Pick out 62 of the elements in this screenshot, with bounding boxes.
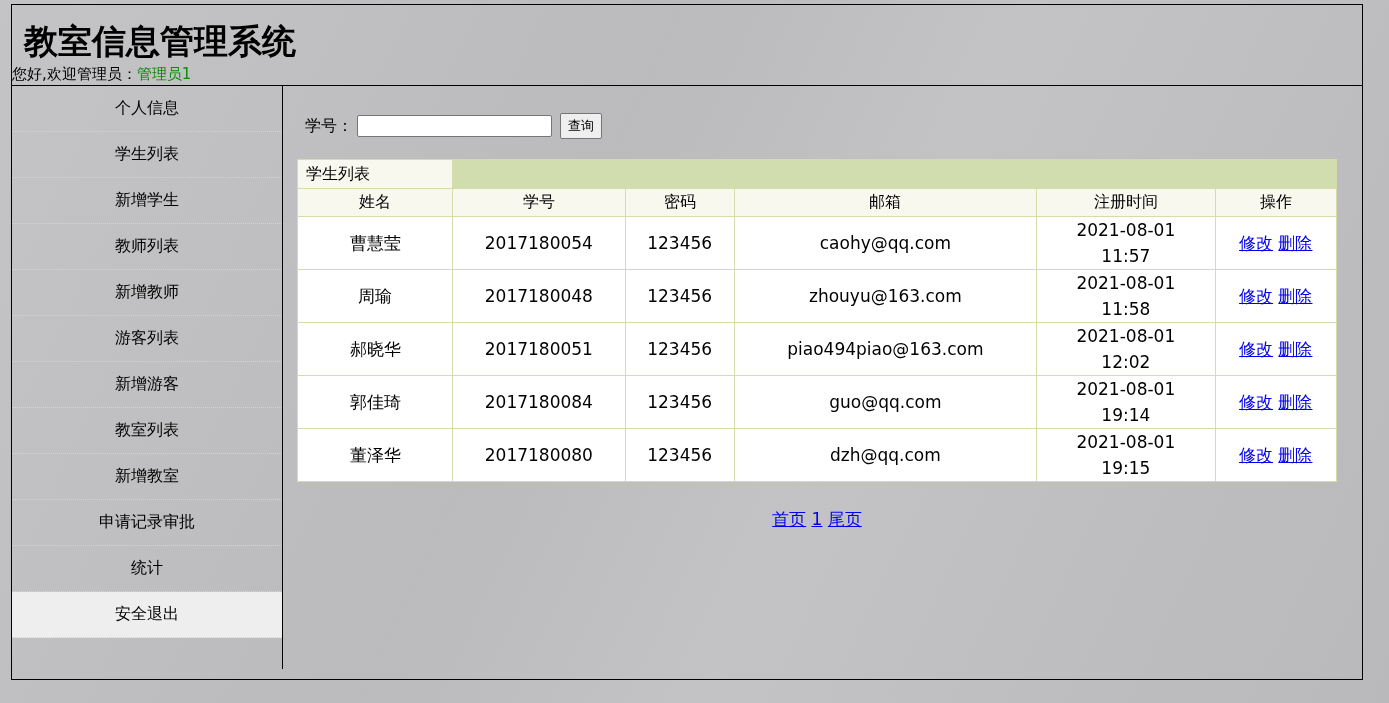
table-cell: 郭佳琦 xyxy=(297,375,453,429)
pagination-link[interactable]: 1 xyxy=(811,509,823,529)
edit-link[interactable]: 修改 xyxy=(1239,285,1274,306)
column-header: 姓名 xyxy=(297,188,453,217)
table-cell: 周瑜 xyxy=(297,269,453,323)
table-cell: 123456 xyxy=(625,375,735,429)
delete-link[interactable]: 删除 xyxy=(1278,232,1313,253)
sidebar-item[interactable]: 新增教师 xyxy=(12,270,282,316)
table-cell: 2017180051 xyxy=(452,322,626,376)
table-cell: 2017180048 xyxy=(452,269,626,323)
table-cell: 2017180080 xyxy=(452,428,626,482)
table-cell: dzh@qq.com xyxy=(734,428,1037,482)
table-cell: 2017180054 xyxy=(452,216,626,270)
table-cell-text: 2021-08-01 11:57 xyxy=(1075,219,1177,268)
sidebar-item[interactable]: 新增学生 xyxy=(12,178,282,224)
table-cell: 2017180084 xyxy=(452,375,626,429)
table-cell: 董泽华 xyxy=(297,428,453,482)
sidebar-item[interactable]: 新增游客 xyxy=(12,362,282,408)
sidebar-item[interactable]: 教室列表 xyxy=(12,408,282,454)
table-cell-text: 2021-08-01 11:58 xyxy=(1075,272,1177,321)
table-cell: 123456 xyxy=(625,216,735,270)
sidebar-item[interactable]: 教师列表 xyxy=(12,224,282,270)
query-button[interactable]: 查询 xyxy=(560,113,602,139)
table-cell: zhouyu@163.com xyxy=(734,269,1037,323)
sidebar-item[interactable]: 安全退出 xyxy=(12,592,282,638)
pagination-link[interactable]: 首页 xyxy=(772,509,807,529)
pagination-link[interactable]: 尾页 xyxy=(827,509,862,529)
sidebar-item[interactable]: 新增教室 xyxy=(12,454,282,500)
table-cell-text: 2021-08-01 12:02 xyxy=(1075,325,1177,374)
search-field[interactable] xyxy=(357,115,552,137)
sidebar-item[interactable]: 学生列表 xyxy=(12,132,282,178)
table-cell-text: 2021-08-01 19:14 xyxy=(1075,378,1177,427)
column-header: 操作 xyxy=(1215,188,1337,217)
table-cell: 123456 xyxy=(625,322,735,376)
column-header: 注册时间 xyxy=(1036,188,1215,217)
edit-link[interactable]: 修改 xyxy=(1239,391,1274,412)
user-name: 管理员1 xyxy=(136,65,192,83)
delete-link[interactable]: 删除 xyxy=(1278,391,1313,412)
edit-link[interactable]: 修改 xyxy=(1239,444,1274,465)
table-cell: caohy@qq.com xyxy=(734,216,1037,270)
table-cell: 123456 xyxy=(625,428,735,482)
search-label: 学号： xyxy=(305,115,353,137)
delete-link[interactable]: 删除 xyxy=(1278,444,1313,465)
table-cell-text: 2021-08-01 19:15 xyxy=(1075,431,1177,480)
sidebar-item[interactable]: 个人信息 xyxy=(12,86,282,132)
sidebar-item[interactable]: 申请记录审批 xyxy=(12,500,282,546)
table-cell: guo@qq.com xyxy=(734,375,1037,429)
delete-link[interactable]: 删除 xyxy=(1278,285,1313,306)
page-title: 教室信息管理系统 xyxy=(24,20,297,63)
delete-link[interactable]: 删除 xyxy=(1278,338,1313,359)
table-caption: 学生列表 xyxy=(297,159,453,189)
table-cell: piao494piao@163.com xyxy=(734,322,1037,376)
column-header: 邮箱 xyxy=(734,188,1037,217)
table-cell: 曹慧莹 xyxy=(297,216,453,270)
edit-link[interactable]: 修改 xyxy=(1239,232,1274,253)
sidebar-item[interactable]: 游客列表 xyxy=(12,316,282,362)
table-cell: 郝晓华 xyxy=(297,322,453,376)
edit-link[interactable]: 修改 xyxy=(1239,338,1274,359)
table-cell: 123456 xyxy=(625,269,735,323)
column-header: 学号 xyxy=(452,188,626,217)
greeting-text: 您好,欢迎管理员： xyxy=(12,65,137,83)
column-header: 密码 xyxy=(625,188,735,217)
